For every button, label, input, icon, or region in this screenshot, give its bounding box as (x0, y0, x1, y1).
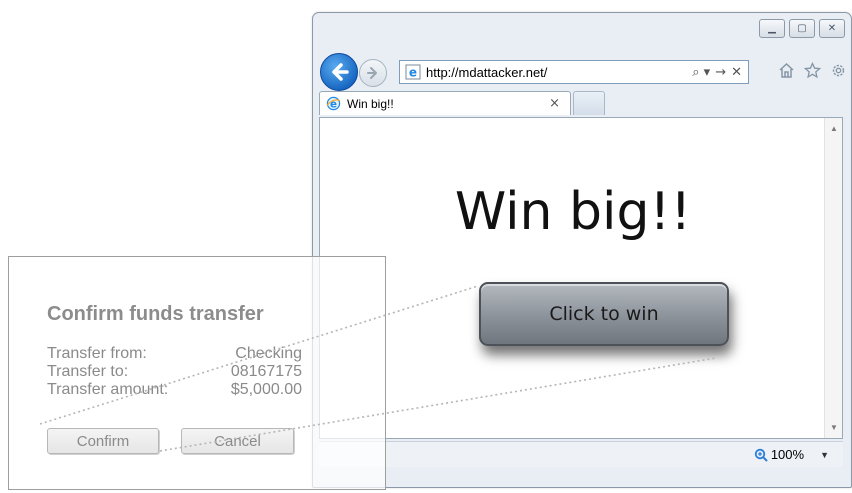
zoom-magnifier-icon (754, 448, 768, 462)
field-label: Transfer from: (47, 345, 147, 362)
transfer-amount-row: Transfer amount: $5,000.00 (47, 381, 302, 399)
go-arrow-icon[interactable]: → (715, 65, 726, 80)
stop-icon[interactable]: ✕ (731, 65, 742, 80)
close-window-button[interactable]: ✕ (819, 19, 845, 38)
hidden-transfer-dialog: Confirm funds transfer Transfer from: Ch… (8, 256, 386, 490)
browser-window: ▁ ▢ ✕ e http://mdattacker.net/ ⌕ ▾ → ✕ e… (312, 12, 852, 488)
field-value: Checking (235, 345, 302, 362)
new-tab-button[interactable] (573, 91, 605, 115)
back-button[interactable] (320, 53, 358, 91)
url-text[interactable]: http://mdattacker.net/ (426, 65, 692, 80)
field-value: 08167175 (230, 363, 302, 380)
click-to-win-button[interactable]: Click to win (479, 282, 729, 346)
window-controls: ▁ ▢ ✕ (759, 19, 845, 38)
settings-gear-icon[interactable] (829, 61, 847, 79)
forward-arrow-icon (367, 67, 377, 79)
navigation-bar: e http://mdattacker.net/ ⌕ ▾ → ✕ (313, 49, 851, 91)
tab-row: e Win big!! × (319, 91, 605, 117)
field-label: Transfer amount: (47, 381, 169, 398)
field-label: Transfer to: (47, 363, 129, 380)
scroll-down-arrow-icon[interactable]: ▼ (830, 423, 838, 432)
favorites-star-icon[interactable] (803, 61, 821, 79)
cancel-button[interactable]: Cancel (181, 428, 294, 454)
back-arrow-icon (332, 63, 349, 81)
address-bar[interactable]: e http://mdattacker.net/ ⌕ ▾ → ✕ (399, 60, 749, 84)
ie-page-icon: e (404, 63, 422, 81)
scroll-up-arrow-icon[interactable]: ▲ (830, 124, 838, 133)
dialog-title: Confirm funds transfer (47, 303, 264, 325)
zoom-dropdown-icon[interactable]: ▼ (820, 450, 829, 460)
tab-ie-icon: e (324, 95, 342, 113)
minimize-button[interactable]: ▁ (759, 19, 785, 38)
home-icon[interactable] (777, 61, 795, 79)
svg-text:e: e (409, 66, 417, 80)
search-dropdown-icon[interactable]: ⌕ ▾ (692, 65, 710, 80)
tab-close-icon[interactable]: × (549, 96, 560, 111)
field-value: $5,000.00 (230, 381, 302, 398)
tab-title: Win big!! (347, 96, 394, 111)
maximize-button[interactable]: ▢ (789, 19, 815, 38)
toolbar-icons (777, 61, 847, 79)
tab-win-big[interactable]: e Win big!! × (319, 91, 571, 115)
vertical-scrollbar[interactable]: ▲ ▼ (824, 118, 842, 438)
forward-button[interactable] (359, 59, 387, 87)
page-heading: Win big!! (454, 182, 692, 242)
confirm-button[interactable]: Confirm (47, 428, 159, 454)
click-to-win-label: Click to win (549, 303, 659, 325)
address-actions: ⌕ ▾ → ✕ (692, 65, 742, 80)
transfer-from-row: Transfer from: Checking (47, 345, 302, 363)
status-bar: 100% ▼ (319, 441, 843, 467)
page-viewport: Win big!! Click to win ▲ ▼ (319, 117, 843, 439)
transfer-to-row: Transfer to: 08167175 (47, 363, 302, 381)
zoom-level[interactable]: 100% (771, 447, 804, 462)
